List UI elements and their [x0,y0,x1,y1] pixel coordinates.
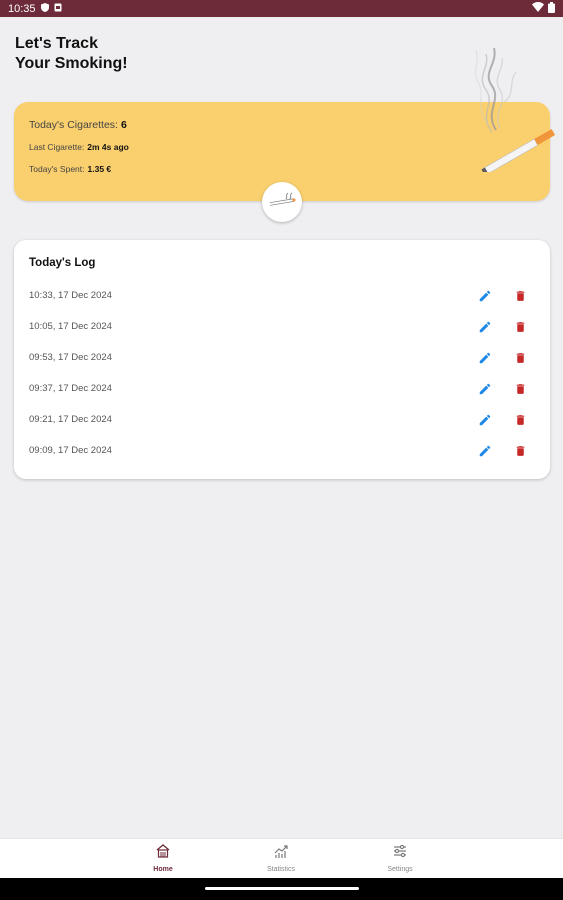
trash-icon [516,414,524,425]
today-count-value: 6 [120,119,127,131]
today-count-label: Today's Cigarettes: [29,119,118,131]
edit-entry-button[interactable] [476,411,494,429]
wifi-icon [532,2,544,15]
pencil-icon [479,445,491,456]
nav-item-settings[interactable]: Settings [360,843,440,873]
last-cigarette-value: 2m 4s ago [87,142,129,152]
cigarette-illustration [456,42,562,177]
edit-entry-button[interactable] [476,349,494,367]
log-entry: 10:05, 17 Dec 2024 [14,311,550,342]
status-time: 10:35 [8,2,36,15]
page-title: Let's Track Your Smoking! [15,34,215,74]
log-entry: 09:09, 17 Dec 2024 [14,435,550,466]
delete-entry-button[interactable] [511,380,529,398]
pencil-icon [479,321,491,332]
log-entry-time: 09:21, 17 Dec 2024 [29,414,112,425]
page-title-line1: Let's Track [15,35,98,52]
log-entry-time: 09:09, 17 Dec 2024 [29,445,112,456]
pencil-icon [479,383,491,394]
log-entry-time: 10:33, 17 Dec 2024 [29,290,112,301]
log-title: Today's Log [29,257,96,269]
nav-label-settings: Settings [387,866,413,873]
page-title-line2: Your Smoking! [15,55,128,72]
pencil-icon [479,290,491,301]
nav-item-home[interactable]: Home [123,843,203,873]
last-cigarette-label: Last Cigarette: [29,142,85,152]
delete-entry-button[interactable] [511,287,529,305]
today-count-row: Today's Cigarettes: 6 [29,119,127,131]
gesture-handle[interactable] [205,887,359,890]
log-entry-time: 09:53, 17 Dec 2024 [29,352,112,363]
log-entry: 09:53, 17 Dec 2024 [14,342,550,373]
trash-icon [516,352,524,363]
delete-entry-button[interactable] [511,442,529,460]
status-bar: 10:35 [0,0,563,17]
sim-card-icon [54,3,62,15]
delete-entry-button[interactable] [511,318,529,336]
pencil-icon [479,352,491,363]
delete-entry-button[interactable] [511,349,529,367]
nav-label-statistics: Statistics [266,866,295,873]
log-entry-time: 10:05, 17 Dec 2024 [29,321,112,332]
cigarette-icon [268,191,296,214]
battery-icon [548,1,555,16]
last-cigarette-row: Last Cigarette: 2m 4s ago [29,142,129,152]
chart-icon [273,843,289,864]
log-entry-time: 09:37, 17 Dec 2024 [29,383,112,394]
todays-log-card: Today's Log 10:33, 17 Dec 2024 10:05, 17… [14,240,550,479]
today-spent-row: Today's Spent: 1.35 € [29,164,111,174]
shield-icon [40,2,49,15]
nav-item-statistics[interactable]: Statistics [241,843,321,873]
log-list: 10:33, 17 Dec 2024 10:05, 17 Dec 2024 09… [14,280,550,466]
bottom-nav: Home Statistics Settings [0,838,563,878]
edit-entry-button[interactable] [476,380,494,398]
today-spent-label: Today's Spent: [29,164,85,174]
delete-entry-button[interactable] [511,411,529,429]
log-entry: 09:37, 17 Dec 2024 [14,373,550,404]
trash-icon [516,383,524,394]
sliders-icon [392,843,408,864]
edit-entry-button[interactable] [476,318,494,336]
log-entry: 10:33, 17 Dec 2024 [14,280,550,311]
system-navigation-bar [0,878,563,900]
pencil-icon [479,414,491,425]
trash-icon [516,445,524,456]
nav-label-home: Home [153,866,173,873]
trash-icon [516,321,524,332]
edit-entry-button[interactable] [476,287,494,305]
log-entry: 09:21, 17 Dec 2024 [14,404,550,435]
today-spent-value: 1.35 € [87,164,112,174]
log-cigarette-button[interactable] [262,182,302,222]
edit-entry-button[interactable] [476,442,494,460]
home-icon [155,843,171,864]
trash-icon [516,290,524,301]
